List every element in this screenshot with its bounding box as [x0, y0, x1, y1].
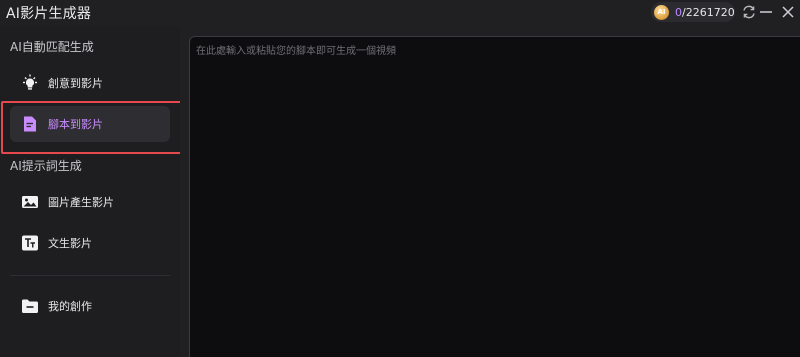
script-input[interactable] [190, 37, 800, 357]
sidebar-item-image-to-video[interactable]: 圖片產生影片 [10, 184, 170, 220]
sidebar-item-label: 文生影片 [48, 237, 92, 250]
sidebar-item-label: 圖片產生影片 [48, 196, 114, 209]
app-title: AI影片生成器 [6, 6, 92, 22]
folder-icon [20, 296, 40, 316]
title-bar: AI影片生成器 AI 0/2261720 [0, 0, 800, 26]
sidebar-item-label: 我的創作 [48, 300, 92, 313]
sidebar-item-label: 腳本到影片 [48, 118, 103, 131]
sidebar-divider [10, 275, 170, 276]
credits-total: /2261720 [682, 5, 735, 19]
credits-used: 0 [675, 5, 682, 19]
sidebar-item-my-creations[interactable]: 我的創作 [10, 288, 170, 324]
sidebar-item-script-to-video[interactable]: 腳本到影片 [10, 106, 170, 142]
coin-icon: AI [654, 4, 669, 20]
text-tt-icon [20, 233, 40, 253]
sidebar-item-text-to-video[interactable]: 文生影片 [10, 225, 170, 261]
image-icon [20, 192, 40, 212]
main-panel [180, 26, 800, 357]
close-icon[interactable] [778, 2, 798, 22]
minimize-icon[interactable] [756, 2, 776, 22]
credits-text: 0/2261720 [675, 6, 735, 19]
section-title-prompt: AI提示詞生成 [10, 159, 82, 173]
script-editor [189, 36, 800, 357]
sidebar-item-label: 創意到影片 [48, 77, 103, 90]
lightbulb-icon [20, 73, 40, 93]
credits-badge[interactable]: AI 0/2261720 [651, 2, 735, 22]
sidebar: AI自動匹配生成 創意到影片 腳本到影片 AI提示詞生成 圖片產生影片 文生影片… [0, 26, 180, 357]
script-document-icon [20, 114, 40, 134]
section-title-auto: AI自動匹配生成 [10, 40, 94, 54]
sidebar-item-idea-to-video[interactable]: 創意到影片 [10, 65, 170, 101]
